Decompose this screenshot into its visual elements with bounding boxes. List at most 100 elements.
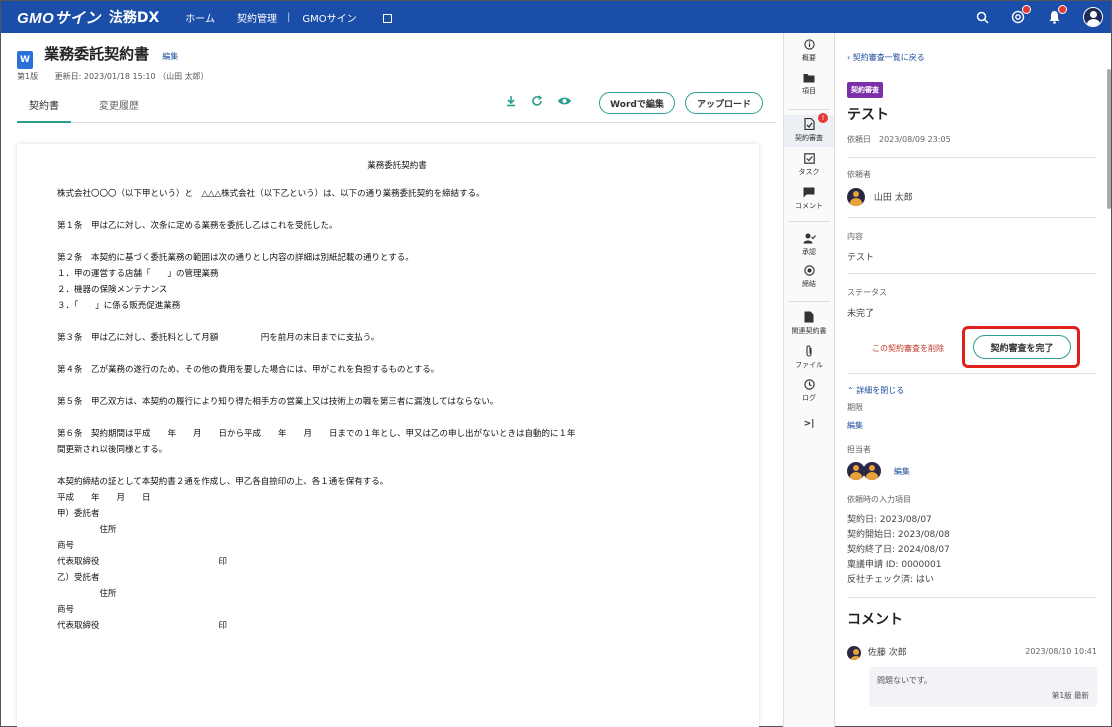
- document-version: 第1版: [17, 72, 39, 81]
- document-line: 第６条 契約期間は平成 年 月 日から平成 年 月 日までの１年とし、甲又は乙の…: [57, 429, 576, 439]
- document-line: 第１条 甲は乙に対し、次条に定める業務を委託し乙はこれを受託した。: [57, 221, 338, 231]
- sidebar-label: 承認: [802, 248, 816, 256]
- document-line: 株式会社〇〇〇（以下甲という）と △△△株式会社（以下乙という）は、以下の通り業…: [57, 189, 485, 199]
- sidebar-divider: [788, 301, 830, 302]
- document-line: １．甲の運営する店舗「 」の管理業務: [57, 269, 219, 279]
- preview-eye-icon[interactable]: [557, 95, 572, 110]
- sidebar-item-files[interactable]: ファイル: [784, 345, 834, 370]
- comment-avatar: [847, 645, 861, 660]
- divider: [847, 597, 1097, 598]
- comment-text: 問題ないです。: [877, 676, 932, 685]
- input-item: 反社チェック済: はい: [847, 575, 934, 585]
- assignee-edit-link[interactable]: 編集: [894, 467, 910, 476]
- sidebar-item-review[interactable]: 契約審査 !: [784, 113, 834, 147]
- tab-change-history[interactable]: 変更履歴: [87, 93, 151, 123]
- document-line: 平成 年 月 日: [57, 493, 151, 503]
- sidebar-item-approval[interactable]: 承認: [784, 233, 834, 257]
- document-title: 業務委託契約書: [44, 45, 150, 63]
- document-line: 商号: [57, 605, 75, 615]
- sidebar-label: タスク: [798, 168, 820, 176]
- tab-contract[interactable]: 契約書: [17, 93, 71, 123]
- document-line: 乙）受託者: [57, 573, 100, 583]
- sidebar-item-signing[interactable]: 締結: [784, 265, 834, 289]
- document-line: 第３条 甲は乙に対し、委託料として月額 円を前月の末日までに支払う。: [57, 333, 380, 343]
- back-to-review-list[interactable]: ‹ 契約審査一覧に戻る: [847, 52, 925, 63]
- search-icon[interactable]: [975, 10, 989, 24]
- info-icon: [784, 39, 834, 53]
- document-blank-line: [57, 346, 737, 362]
- assignees: 編集: [847, 462, 910, 480]
- sidebar-item-related-docs[interactable]: 関連契約書: [784, 311, 834, 336]
- chevron-up-icon: ⌃: [847, 386, 857, 395]
- sidebar-label: 締結: [802, 280, 816, 288]
- sign-icon: [784, 265, 834, 279]
- collapse-details-label: 詳細を閉じる: [856, 386, 905, 395]
- document-line: ２．機器の保険メンテナンス: [57, 285, 168, 295]
- sidebar-item-log[interactable]: ログ: [784, 379, 834, 403]
- document-heading: 業務委託契約書: [367, 161, 427, 171]
- sidebar-label: 概要: [802, 54, 816, 62]
- nav-gmo-sign[interactable]: GMOサイン: [302, 10, 413, 25]
- sidebar-item-fields[interactable]: 項目: [784, 73, 834, 96]
- status-value: 未完了: [847, 309, 875, 319]
- collapse-panel-icon[interactable]: >|: [784, 419, 834, 429]
- user-avatar[interactable]: [1083, 7, 1103, 27]
- delete-review-link[interactable]: この契約審査を削除: [872, 343, 944, 354]
- document-line: 本契約締結の証として本契約書２通を作成し、甲乙各自捺印の上、各１通を保有する。: [57, 477, 389, 487]
- comment-icon: [784, 187, 834, 201]
- sidebar-label: ファイル: [795, 361, 823, 369]
- document-viewer[interactable]: 業務委託契約書 株式会社〇〇〇（以下甲という）と △△△株式会社（以下乙という）…: [17, 144, 759, 727]
- main-nav: ホーム 契約管理 | GMOサイン: [185, 10, 435, 25]
- document-blank-line: [57, 202, 737, 218]
- panel-scrollbar[interactable]: [1107, 69, 1111, 209]
- clip-icon: [784, 345, 834, 360]
- nav-home[interactable]: ホーム: [185, 10, 215, 25]
- document-meta: 第1版 更新日: 2023/01/18 15:10 （山田 太郎）: [17, 71, 223, 82]
- document-line: ３．「 」に係る販売促進業務: [57, 301, 181, 311]
- word-edit-button[interactable]: Wordで編集: [599, 92, 675, 114]
- sidebar-divider: [788, 109, 830, 110]
- collapse-details-link[interactable]: ⌃ 詳細を閉じる: [847, 385, 904, 396]
- comment-author: 佐藤 次郎: [867, 648, 907, 658]
- requester-name: 山田 太郎: [873, 192, 913, 203]
- sidebar-label: ログ: [802, 394, 816, 402]
- word-file-icon: W: [17, 51, 33, 69]
- nav-contract-management[interactable]: 契約管理: [237, 10, 277, 25]
- mention-icon[interactable]: [1011, 5, 1031, 24]
- assignee-label: 担当者: [847, 445, 871, 454]
- upload-button[interactable]: アップロード: [685, 92, 763, 114]
- due-edit-link[interactable]: 編集: [847, 420, 863, 431]
- related-doc-icon: [784, 311, 834, 326]
- complete-review-button[interactable]: 契約審査を完了: [973, 335, 1071, 359]
- complete-highlight: 契約審査を完了: [962, 326, 1080, 368]
- bell-icon[interactable]: [1047, 5, 1067, 24]
- gmo-sign-logo[interactable]: GMOサイン: [17, 7, 101, 28]
- side-tool-bar: 概要 項目 契約審査 ! タスク コメント 承認 締結 関連契約書 ファイル ロ…: [783, 33, 835, 727]
- sidebar-item-comment[interactable]: コメント: [784, 187, 834, 211]
- input-item: 契約開始日: 2023/08/08: [847, 530, 950, 540]
- document-header: W 業務委託契約書 編集: [17, 43, 178, 69]
- requester-avatar: [847, 188, 865, 206]
- sidebar-item-task[interactable]: タスク: [784, 153, 834, 177]
- status-label: ステータス: [847, 288, 887, 297]
- document-line: 代表取締役 印: [57, 557, 228, 567]
- input-item: 稟議申請 ID: 0000001: [847, 560, 942, 570]
- document-line: 第２条 本契約に基づく委託業務の範囲は次の通りとし内容の詳細は別紙記載の通りとす…: [57, 253, 414, 263]
- document-blank-line: [57, 410, 737, 426]
- download-icon[interactable]: [505, 95, 517, 110]
- divider: [847, 273, 1097, 274]
- review-badge: !: [818, 113, 828, 123]
- document-line: 甲）委託者: [57, 509, 100, 519]
- sidebar-item-overview[interactable]: 概要: [784, 39, 834, 63]
- folder-icon: [784, 73, 834, 86]
- review-tag: 契約審査: [847, 82, 883, 98]
- document-line: 代表取締役 印: [57, 621, 228, 631]
- clock-icon: [784, 379, 834, 393]
- document-line: 住所: [57, 589, 117, 599]
- external-link-icon: [382, 13, 392, 23]
- document-blank-line: [57, 234, 737, 250]
- refresh-icon[interactable]: [531, 95, 543, 110]
- edit-title-link[interactable]: 編集: [162, 52, 178, 61]
- comment-author-row: 佐藤 次郎 2023/08/10 10:41: [847, 645, 1097, 660]
- legal-dx-logo: 法務DX: [108, 10, 160, 26]
